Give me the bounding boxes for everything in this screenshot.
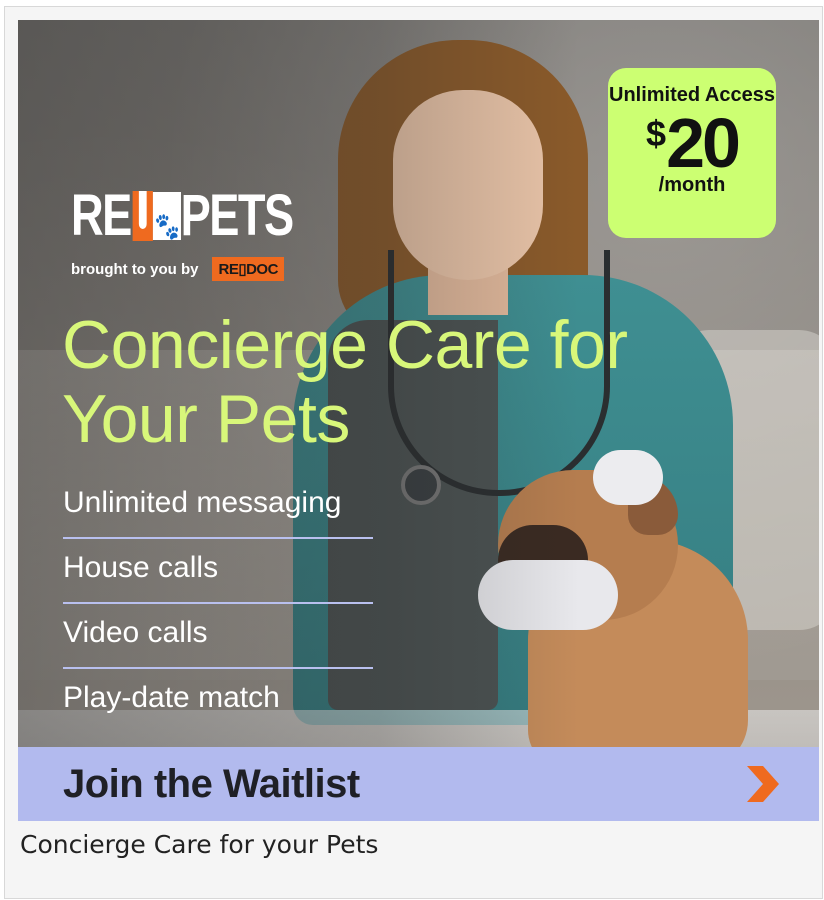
feature-item: Video calls — [63, 604, 373, 669]
join-waitlist-button[interactable]: Join the Waitlist — [18, 747, 819, 821]
badge-amount: 20 — [666, 104, 741, 182]
logo-text-right: PETS — [180, 183, 294, 248]
revdoc-logo: RE▯DOC — [212, 257, 284, 281]
headline: Concierge Care for Your Pets — [62, 307, 628, 457]
ad-banner[interactable]: RE 🐾 PETS brought to you by RE▯DOC Conci… — [18, 20, 819, 821]
badge-currency: $ — [646, 113, 667, 154]
badge-period: /month — [658, 174, 726, 196]
logo-v-mark — [132, 191, 153, 241]
revpets-logo: RE 🐾 PETS — [71, 186, 355, 246]
ad-caption: Concierge Care for your Pets — [20, 830, 379, 859]
feature-list: Unlimited messaging House calls Video ca… — [63, 474, 373, 734]
feature-item: House calls — [63, 539, 373, 604]
paw-icon: 🐾 — [152, 192, 181, 241]
byline: brought to you by RE▯DOC — [71, 257, 284, 281]
chevron-right-icon — [747, 766, 779, 802]
logo-text-left: RE — [71, 183, 132, 248]
feature-item: Play-date match — [63, 681, 280, 714]
price-badge: Unlimited Access $ 20 /month — [608, 68, 776, 238]
badge-label: Unlimited Access — [609, 84, 775, 106]
feature-item: Unlimited messaging — [63, 474, 373, 539]
byline-text: brought to you by — [71, 260, 199, 278]
badge-price: $ 20 — [608, 108, 776, 178]
cta-label: Join the Waitlist — [63, 761, 360, 806]
